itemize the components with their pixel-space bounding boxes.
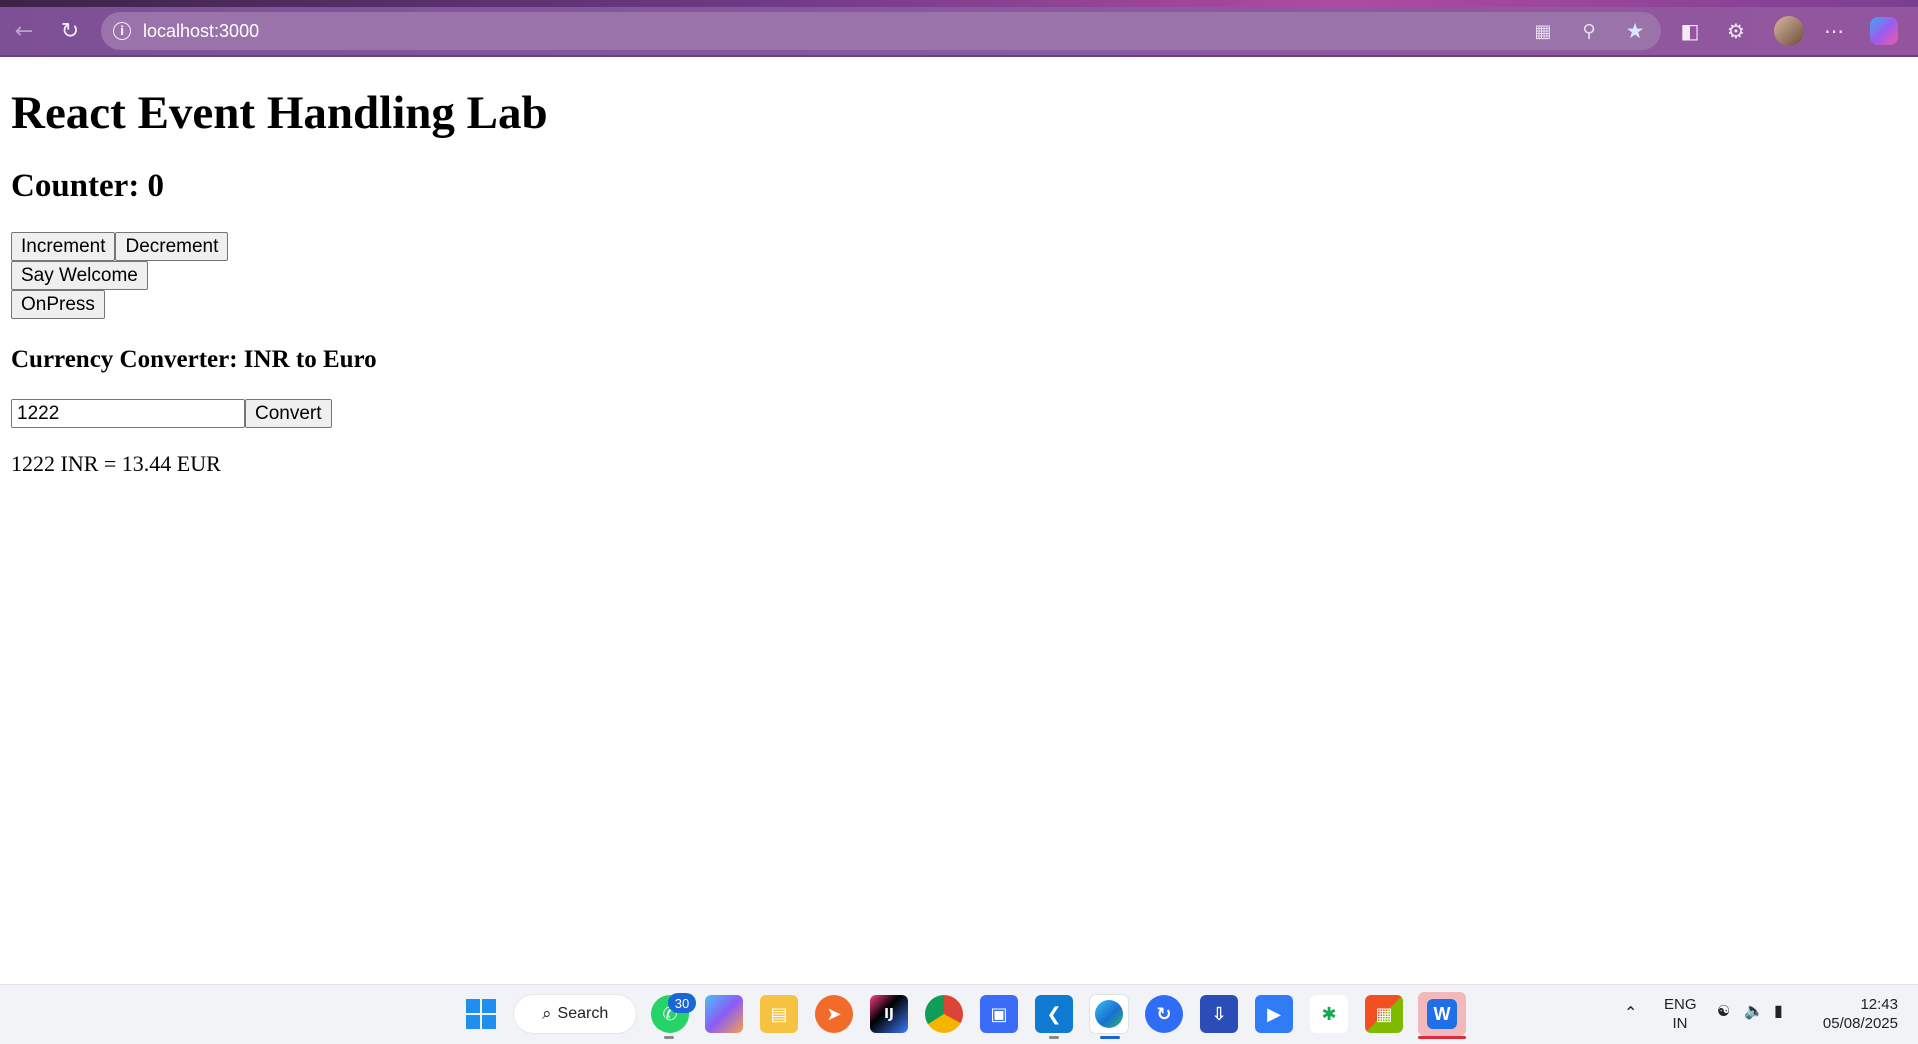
page-title: React Event Handling Lab [11,87,548,139]
decrement-button[interactable]: Decrement [115,232,229,261]
tab-strip [0,0,1918,7]
convert-button[interactable]: Convert [245,399,332,428]
onpress-button[interactable]: OnPress [11,290,105,319]
star-icon[interactable]: ★ [1623,19,1647,43]
converter-form: Convert [11,399,1901,428]
edge-icon[interactable] [1090,995,1128,1033]
reload-icon[interactable]: ↻ [54,15,86,47]
running-indicator [1049,1036,1059,1039]
back-arrow-icon[interactable]: ← [8,15,40,47]
counter-buttons: Increment Decrement Say Welcome OnPress [11,232,1901,319]
webstorm-icon: W [1427,999,1457,1029]
active-app-indicator [1100,1036,1120,1039]
active-app-indicator [1418,1036,1466,1039]
postman-icon[interactable]: ➤ [815,995,853,1033]
browser-toolbar: ← ↻ i localhost:3000 ▦ ⚲ ★ ◧ ⚙ ⋯ [0,0,1918,57]
say-welcome-button[interactable]: Say Welcome [11,261,148,290]
taskbar-search[interactable]: ⌕ Search [514,995,636,1033]
windows-start-icon[interactable] [462,995,500,1033]
clock[interactable]: 12:43 05/08/2025 [1818,995,1898,1033]
download-app-icon[interactable]: ⇩ [1200,995,1238,1033]
counter-heading: Counter: 0 [11,168,165,204]
notification-badge: 30 [668,993,696,1013]
avatar[interactable] [1774,16,1804,46]
sync-app-icon[interactable]: ↻ [1145,995,1183,1033]
copilot-icon[interactable] [1870,17,1898,45]
clock-time: 12:43 [1860,996,1898,1013]
battery-icon[interactable]: ▮ [1774,1001,1783,1020]
app-root: React Event Handling Lab Counter: 0 Incr… [11,57,1901,477]
info-icon[interactable]: i [113,22,131,40]
active-app-tile[interactable]: W [1418,992,1466,1036]
conversion-result: 1222 INR = 13.44 EUR [11,451,221,476]
collections-icon[interactable]: ◧ [1676,17,1704,45]
amount-input[interactable] [11,399,245,428]
remote-app-icon[interactable]: ▣ [980,995,1018,1033]
vscode-icon[interactable]: ❮ [1035,995,1073,1033]
url-text: localhost:3000 [143,20,260,41]
wifi-icon[interactable]: ☯ [1717,1002,1730,1020]
puzzle-icon[interactable]: ⚙ [1722,17,1750,45]
file-explorer-icon[interactable]: ▤ [760,995,798,1033]
language-indicator[interactable]: ENG IN [1664,995,1697,1033]
search-icon: ⌕ [542,1004,552,1024]
volume-icon[interactable]: 🔈 [1744,1001,1764,1020]
region-code: IN [1672,1015,1688,1032]
copilot-app-icon[interactable] [705,995,743,1033]
mongodb-icon[interactable]: ✱ [1310,995,1348,1033]
clock-date: 05/08/2025 [1822,1015,1898,1032]
zoom-icon[interactable]: ⚲ [1577,19,1601,43]
ellipsis-icon[interactable]: ⋯ [1820,17,1848,45]
store-icon[interactable]: ▦ [1365,995,1403,1033]
address-bar[interactable]: i localhost:3000 ▦ ⚲ ★ [101,12,1661,50]
chrome-icon[interactable] [925,995,963,1033]
increment-button[interactable]: Increment [11,232,116,261]
intellij-icon[interactable]: IJ [870,995,908,1033]
taskbar: ⌕ Search ✆ 30 ▤ ➤ IJ ▣ ❮ ↻ ⇩ ▶ ✱ ▦ W ⌃ E… [0,984,1918,1044]
app-grid-icon[interactable]: ▦ [1531,19,1555,43]
chevron-up-icon[interactable]: ⌃ [1624,1003,1637,1022]
zoom-app-icon[interactable]: ▶ [1255,995,1293,1033]
language-code: ENG [1664,996,1697,1013]
search-label: Search [557,1005,609,1022]
converter-heading: Currency Converter: INR to Euro [11,346,377,373]
running-indicator [664,1036,674,1039]
